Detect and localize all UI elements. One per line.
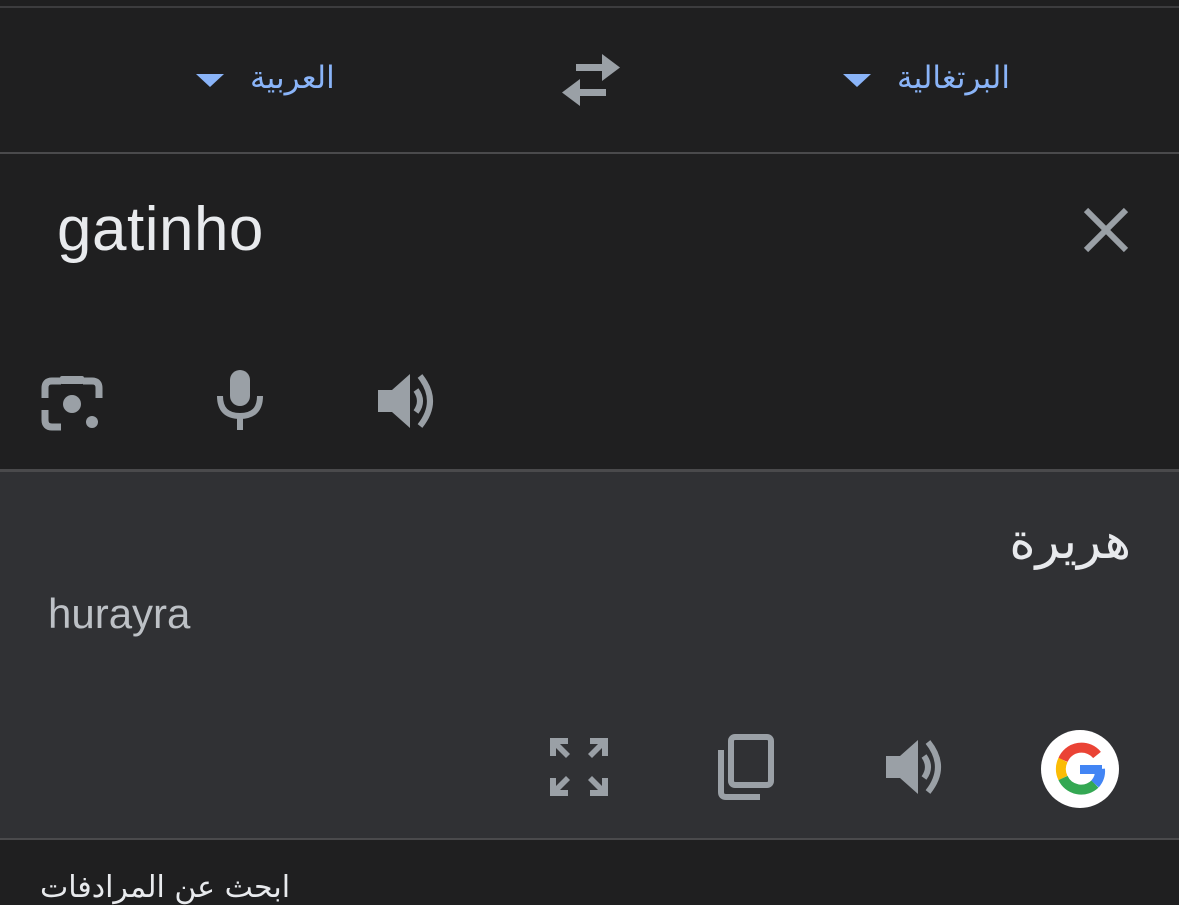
fullscreen-icon[interactable] (548, 736, 610, 798)
output-panel: هريرة hurayra (0, 472, 1179, 838)
language-bar: العربية البرتغالية (0, 8, 1179, 152)
input-panel[interactable]: gatinho (0, 154, 1179, 469)
google-logo-icon (1055, 742, 1106, 795)
translation-text: هريرة (1009, 512, 1131, 570)
close-icon[interactable] (1080, 204, 1132, 256)
source-text-input[interactable]: gatinho (57, 194, 264, 265)
microphone-icon[interactable] (214, 368, 266, 432)
triangle-down-icon (196, 73, 224, 87)
top-border (0, 0, 1179, 8)
target-language-label: العربية (250, 60, 335, 96)
synonyms-link[interactable]: ابحث عن المرادفات (40, 870, 290, 905)
copy-icon[interactable] (716, 734, 776, 800)
speaker-icon[interactable] (884, 736, 950, 798)
speaker-icon[interactable] (376, 370, 442, 432)
google-logo-button[interactable] (1041, 730, 1119, 808)
swap-arrows-icon[interactable] (558, 52, 624, 108)
camera-lens-icon[interactable] (40, 372, 104, 434)
bottom-panel: ابحث عن المرادفات (0, 840, 1179, 905)
source-language-selector[interactable]: البرتغالية (843, 48, 1010, 108)
target-language-selector[interactable]: العربية (196, 48, 335, 108)
triangle-down-icon (843, 73, 871, 87)
transliteration-text: hurayra (48, 590, 191, 637)
source-language-label: البرتغالية (897, 60, 1010, 96)
